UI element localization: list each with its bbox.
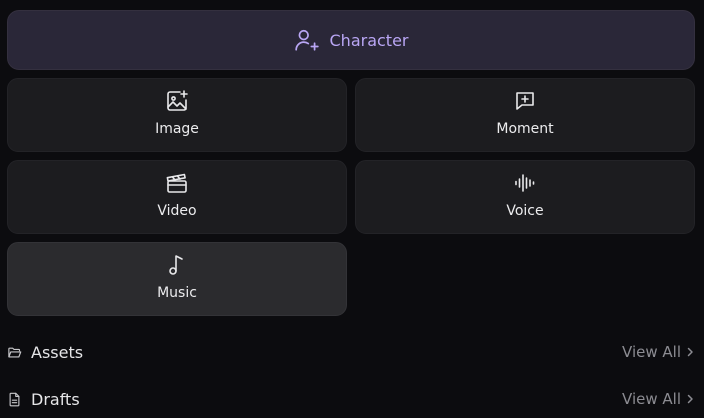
drafts-title: Drafts	[31, 389, 80, 409]
drafts-view-all-link[interactable]: View All	[622, 390, 695, 408]
music-tile[interactable]: Music	[7, 242, 347, 316]
moment-tile-label: Moment	[496, 121, 554, 137]
drafts-heading: Drafts	[7, 390, 80, 409]
video-tile-label: Video	[157, 203, 197, 219]
image-tile-label: Image	[155, 121, 199, 137]
image-tile[interactable]: Image	[7, 78, 347, 152]
assets-heading: Assets	[7, 343, 83, 362]
message-plus-icon	[513, 89, 537, 113]
file-text-icon	[9, 392, 20, 406]
assets-title: Assets	[31, 342, 84, 362]
video-tile[interactable]: Video	[7, 160, 347, 234]
folder-open-icon	[8, 347, 22, 357]
voice-tile-label: Voice	[506, 203, 544, 219]
user-plus-icon	[294, 29, 319, 51]
music-note-icon	[165, 253, 189, 277]
assets-view-all-label: View All	[622, 343, 681, 361]
drafts-view-all-label: View All	[622, 390, 681, 408]
moment-tile[interactable]: Moment	[355, 78, 695, 152]
chevron-right-icon	[687, 347, 693, 357]
character-button-label: Character	[329, 30, 409, 50]
chevron-right-icon	[687, 394, 693, 404]
clapperboard-icon	[165, 171, 189, 195]
assets-section-header: Assets View All	[7, 340, 695, 364]
assets-view-all-link[interactable]: View All	[622, 343, 695, 361]
voice-tile[interactable]: Voice	[355, 160, 695, 234]
image-plus-icon	[165, 89, 189, 113]
create-panel: Character Image Moment Video Voice Music…	[0, 0, 704, 418]
drafts-section-header: Drafts View All	[7, 387, 695, 411]
audio-waveform-icon	[513, 171, 537, 195]
music-tile-label: Music	[157, 285, 197, 301]
character-button[interactable]: Character	[7, 10, 695, 70]
